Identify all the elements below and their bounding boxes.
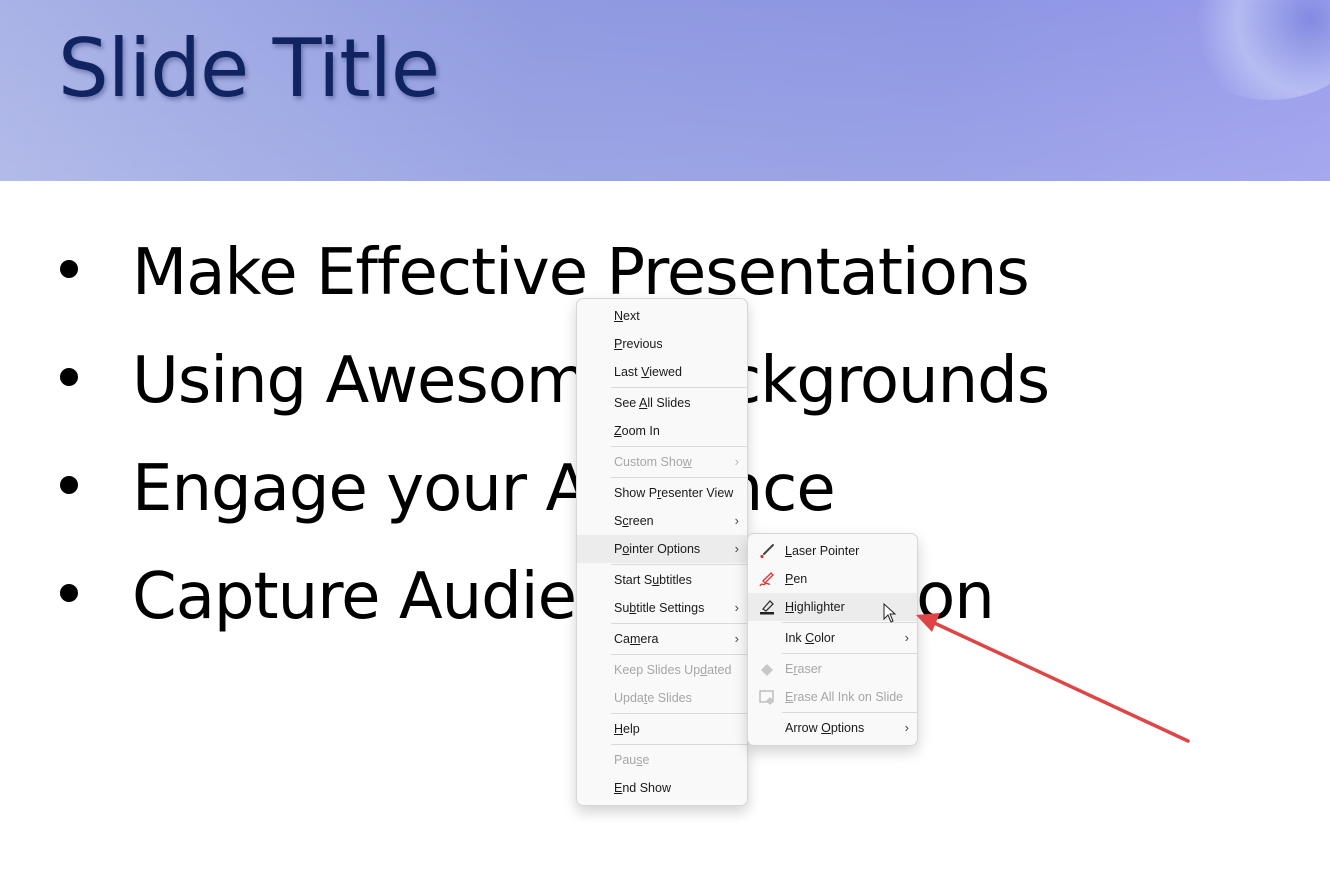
menu-item-next[interactable]: Next [577, 302, 747, 330]
menu-separator [611, 446, 747, 447]
menu-item-start-subtitles[interactable]: Start Subtitles [577, 566, 747, 594]
menu-item-custom-show: Custom Show › [577, 448, 747, 476]
mouse-cursor-icon [883, 603, 897, 623]
slide-title: Slide Title [58, 22, 440, 115]
highlighter-icon [760, 600, 774, 615]
menu-item-zoom-in[interactable]: Zoom In [577, 417, 747, 445]
bullet-dot-icon [60, 476, 78, 494]
menu-item-pointer-options[interactable]: Pointer Options › [577, 535, 747, 563]
menu-separator [611, 387, 747, 388]
menu-item-laser-pointer[interactable]: Laser Pointer [748, 537, 917, 565]
menu-item-last-viewed[interactable]: Last Viewed [577, 358, 747, 386]
chevron-right-icon: › [734, 513, 739, 528]
menu-item-keep-slides-updated: Keep Slides Updated [614, 663, 732, 677]
menu-item-erase-all-ink: Erase All Ink on Slide [748, 683, 917, 711]
menu-item-pen[interactable]: Pen [748, 565, 917, 593]
menu-item-help[interactable]: Help [577, 715, 747, 743]
bullet-dot-icon [60, 584, 78, 602]
menu-separator [611, 744, 747, 745]
chevron-right-icon: › [734, 454, 739, 469]
laser-pointer-icon [760, 544, 774, 559]
menu-separator [611, 654, 747, 655]
eraser-icon [761, 664, 773, 676]
chevron-right-icon: › [734, 631, 739, 646]
menu-item-camera[interactable]: Camera › [577, 625, 747, 653]
slideshow-context-menu: Next Previous Last Viewed See All Slides… [576, 298, 748, 806]
menu-separator [611, 477, 747, 478]
bullet-dot-icon [60, 260, 78, 278]
bullet-dot-icon [60, 368, 78, 386]
annotation-arrow-shaft [928, 619, 1190, 743]
erase-all-ink-icon [759, 690, 774, 705]
menu-item-see-all-slides[interactable]: See All Slides [577, 389, 747, 417]
menu-item-pause: Pause [614, 753, 650, 767]
menu-separator [782, 712, 917, 713]
chevron-right-icon: › [904, 720, 909, 735]
chevron-right-icon: › [734, 541, 739, 556]
menu-separator [782, 653, 917, 654]
menu-item-show-presenter-view[interactable]: Show Presenter View [577, 479, 747, 507]
menu-separator [611, 564, 747, 565]
chevron-right-icon: › [904, 630, 909, 645]
pointer-options-submenu: Laser Pointer Pen Highlighter Ink Color ›… [747, 533, 918, 746]
menu-separator [611, 623, 747, 624]
menu-item-ink-color[interactable]: Ink Color › [748, 624, 917, 652]
menu-item-arrow-options[interactable]: Arrow Options › [748, 714, 917, 742]
menu-separator [611, 713, 747, 714]
menu-item-eraser: Eraser [748, 655, 917, 683]
menu-item-screen[interactable]: Screen › [577, 507, 747, 535]
menu-item-end-show[interactable]: End Show [577, 774, 747, 802]
menu-item-subtitle-settings[interactable]: Subtitle Settings › [577, 594, 747, 622]
pen-icon [759, 572, 774, 587]
decorative-flower-image [1170, 0, 1330, 100]
chevron-right-icon: › [734, 600, 739, 615]
menu-item-update-slides: Update Slides [614, 691, 692, 705]
menu-item-previous[interactable]: Previous [577, 330, 747, 358]
